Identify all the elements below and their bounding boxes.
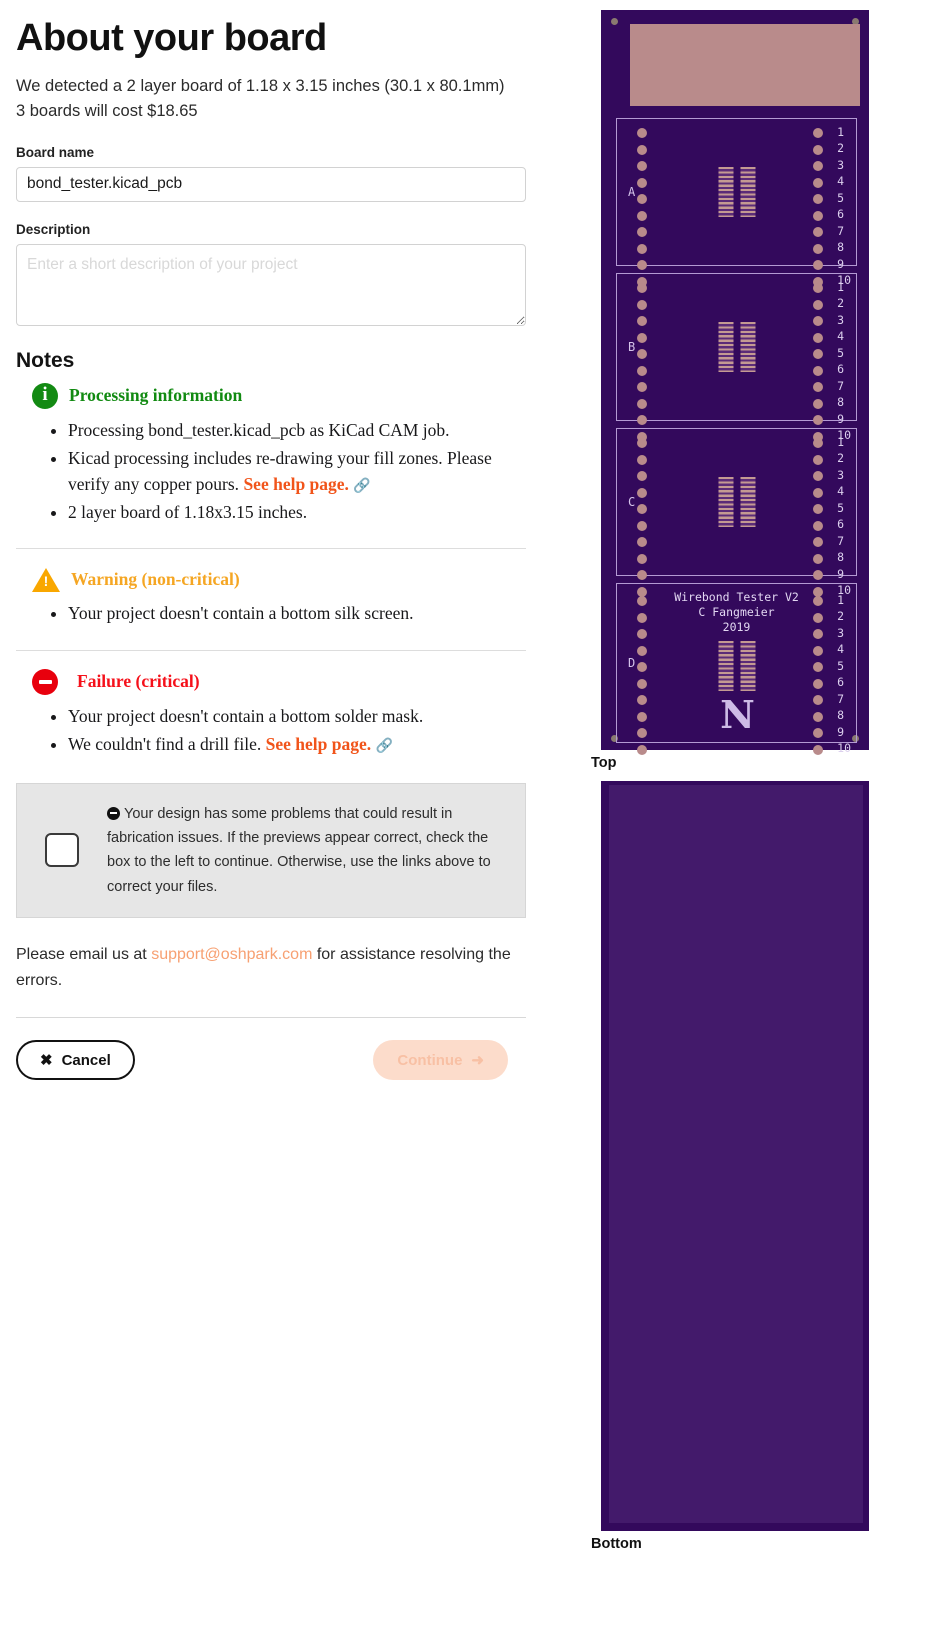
support-email-link[interactable]: support@oshpark.com bbox=[151, 946, 312, 963]
pcb-section-d: D Wirebond Tester V2 C Fangmeier 2019 12… bbox=[616, 583, 857, 755]
pad-column-left bbox=[637, 438, 647, 597]
mounting-hole-icon bbox=[611, 18, 618, 25]
arrow-right-icon: ➜ bbox=[471, 1052, 484, 1070]
acknowledge-message: Your design has some problems that could… bbox=[107, 805, 491, 895]
board-details-panel: About your board We detected a 2 layer b… bbox=[16, 0, 526, 1081]
top-preview-label: Top bbox=[591, 755, 617, 771]
cancel-button[interactable]: ✖ Cancel bbox=[16, 1040, 135, 1081]
cancel-button-label: Cancel bbox=[61, 1051, 111, 1069]
pad-column-left bbox=[637, 128, 647, 287]
section-letter: C bbox=[628, 495, 636, 509]
pin-number-column: 12 34 56 78 9 10 bbox=[837, 125, 851, 288]
bond-finger-array bbox=[718, 641, 755, 692]
acknowledge-box: Your design has some problems that could… bbox=[16, 782, 526, 918]
section-letter: A bbox=[628, 185, 636, 199]
pad-column-right bbox=[813, 283, 823, 442]
note-item: 2 layer board of 1.18x3.15 inches. bbox=[68, 500, 526, 525]
note-item: Kicad processing includes re-drawing you… bbox=[68, 446, 526, 497]
pin-number-column: 12 34 56 78 9 10 bbox=[837, 280, 851, 443]
note-title-failure: Failure (critical) bbox=[77, 671, 200, 692]
board-name-input[interactable] bbox=[16, 166, 526, 202]
note-item: We couldn't find a drill file. See help … bbox=[68, 732, 526, 757]
pcb-bottom-preview-image[interactable] bbox=[590, 781, 870, 1531]
bottom-preview-label: Bottom bbox=[591, 1536, 642, 1552]
notes-heading: Notes bbox=[16, 348, 75, 372]
error-circle-icon bbox=[32, 668, 58, 695]
continue-button-label: Continue bbox=[397, 1051, 463, 1069]
board-name-field-block: Board name bbox=[16, 145, 526, 202]
bond-finger-array bbox=[718, 477, 755, 527]
chain-link-icon: 🔗 bbox=[375, 739, 393, 755]
pcb-section-b: B 12 34 56 78 9 10 bbox=[616, 273, 857, 442]
note-header-info: Processing information bbox=[16, 382, 526, 409]
board-name-label: Board name bbox=[16, 144, 95, 160]
note-group-info: Processing information Processing bond_t… bbox=[16, 382, 526, 533]
continue-button[interactable]: Continue ➜ bbox=[373, 1040, 508, 1081]
pad-column-right bbox=[813, 596, 823, 755]
note-list-info: Processing bond_tester.kicad_pcb as KiCa… bbox=[16, 418, 526, 526]
minus-circle-icon bbox=[107, 806, 120, 820]
pcb-bottom-fill bbox=[609, 785, 863, 1523]
pcb-top-preview-image[interactable]: A 12 34 56 78 9 10 B 1 2 3 4 5 6 7 8 9 1… bbox=[590, 10, 870, 755]
board-detection-line-1: We detected a 2 layer board of 1.18 x 3.… bbox=[16, 76, 505, 95]
pad-column-right bbox=[813, 438, 823, 597]
see-help-page-link[interactable]: See help page. bbox=[266, 734, 372, 754]
pcb-preview-panel: A 12 34 56 78 9 10 B 1 2 3 4 5 6 7 8 9 1… bbox=[586, 10, 936, 1552]
pcb-section-a: A 12 34 56 78 9 10 bbox=[616, 118, 857, 287]
footer-divider bbox=[16, 1017, 526, 1019]
close-x-icon: ✖ bbox=[40, 1052, 53, 1070]
note-group-warning: Warning (non-critical) Your project does… bbox=[16, 548, 526, 633]
action-button-row: ✖ Cancel Continue ➜ bbox=[16, 1040, 526, 1081]
university-n-logo: N bbox=[720, 692, 755, 737]
note-header-failure: Failure (critical) bbox=[16, 668, 526, 695]
pcb-bottom-board bbox=[601, 781, 869, 1531]
pcb-section-c: C 12 34 56 78 9 10 bbox=[616, 428, 857, 597]
acknowledge-checkbox[interactable] bbox=[45, 833, 79, 868]
support-note: Please email us at support@oshpark.com f… bbox=[16, 942, 526, 993]
support-prefix: Please email us at bbox=[16, 945, 152, 963]
pcb-top-board: A 12 34 56 78 9 10 B 1 2 3 4 5 6 7 8 9 1… bbox=[601, 10, 869, 755]
acknowledge-text: Your design has some problems that could… bbox=[107, 802, 503, 899]
section-letter: D bbox=[628, 656, 636, 670]
description-label: Description bbox=[16, 221, 91, 237]
note-title-warning: Warning (non-critical) bbox=[71, 569, 240, 590]
info-circle-icon bbox=[32, 382, 58, 409]
note-item-text: Your project doesn't contain a bottom so… bbox=[68, 705, 424, 726]
note-title-info: Processing information bbox=[69, 385, 243, 406]
pin-number-column: 12 34 56 78 9 10 bbox=[837, 435, 851, 598]
description-input[interactable] bbox=[16, 243, 526, 326]
note-item: Your project doesn't contain a bottom so… bbox=[68, 704, 526, 729]
note-list-warning: Your project doesn't contain a bottom si… bbox=[16, 601, 526, 626]
note-group-failure: Failure (critical) Your project doesn't … bbox=[16, 649, 526, 765]
description-field-block: Description bbox=[16, 222, 526, 331]
note-item-text: Processing bond_tester.kicad_pcb as KiCa… bbox=[68, 419, 450, 440]
board-cost-line: 3 boards will cost $18.65 bbox=[16, 102, 198, 121]
page-title: About your board bbox=[16, 17, 327, 59]
note-item-text: Your project doesn't contain a bottom si… bbox=[68, 603, 414, 624]
note-list-failure: Your project doesn't contain a bottom so… bbox=[16, 704, 526, 758]
note-item-text: 2 layer board of 1.18x3.15 inches. bbox=[68, 502, 308, 523]
pad-column-right bbox=[813, 128, 823, 287]
pad-column-left bbox=[637, 596, 647, 755]
pad-column-left bbox=[637, 283, 647, 442]
copper-pour-region bbox=[630, 24, 860, 106]
note-item: Processing bond_tester.kicad_pcb as KiCa… bbox=[68, 418, 526, 443]
chain-link-icon: 🔗 bbox=[353, 478, 371, 494]
see-help-page-link[interactable]: See help page. bbox=[243, 474, 349, 494]
bond-finger-array bbox=[718, 167, 755, 217]
pin-number-column: 12 34 56 78 9 10 bbox=[837, 593, 851, 756]
section-letter: B bbox=[628, 340, 636, 354]
warning-triangle-icon bbox=[32, 567, 60, 593]
note-item: Your project doesn't contain a bottom si… bbox=[68, 601, 526, 626]
note-item-text: We couldn't find a drill file. bbox=[68, 734, 266, 755]
note-header-warning: Warning (non-critical) bbox=[16, 567, 526, 593]
bond-finger-array bbox=[718, 322, 755, 372]
